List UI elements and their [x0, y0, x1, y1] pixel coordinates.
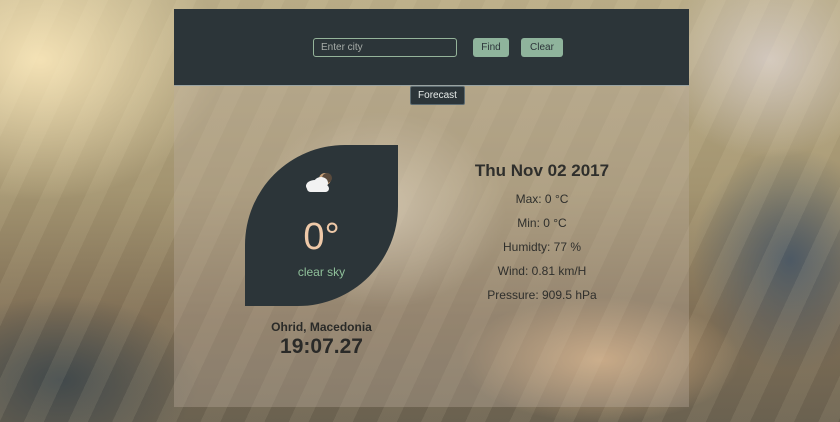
weather-details: Thu Nov 02 2017 Max: 0 °C Min: 0 °C Humi…: [453, 161, 631, 307]
pressure: Pressure: 909.5 hPa: [487, 288, 597, 302]
weather-description: clear sky: [297, 265, 346, 279]
temperature-value: 0°: [303, 216, 340, 258]
date-heading: Thu Nov 02 2017: [474, 161, 610, 180]
clear-button[interactable]: Clear: [521, 38, 563, 57]
city-input[interactable]: [313, 38, 457, 57]
local-time: 19:07.27: [280, 335, 363, 358]
weather-panel: Forecast 0° clear sky Ohrid, Macedonia 1…: [174, 86, 689, 407]
wind-speed: Wind: 0.81 km/H: [497, 264, 587, 278]
min-temp: Min: 0 °C: [517, 216, 567, 230]
current-weather-card: 0° clear sky: [245, 145, 398, 306]
few-clouds-night-icon: [301, 171, 341, 193]
search-bar: Find Clear: [174, 9, 689, 86]
city-name: Ohrid, Macedonia: [271, 320, 372, 334]
weather-app: Find Clear Forecast 0° clear sky Ohrid, …: [174, 9, 689, 407]
forecast-button[interactable]: Forecast: [410, 86, 465, 105]
find-button[interactable]: Find: [473, 38, 509, 57]
humidity: Humidty: 77 %: [502, 240, 582, 254]
max-temp: Max: 0 °C: [515, 192, 569, 206]
